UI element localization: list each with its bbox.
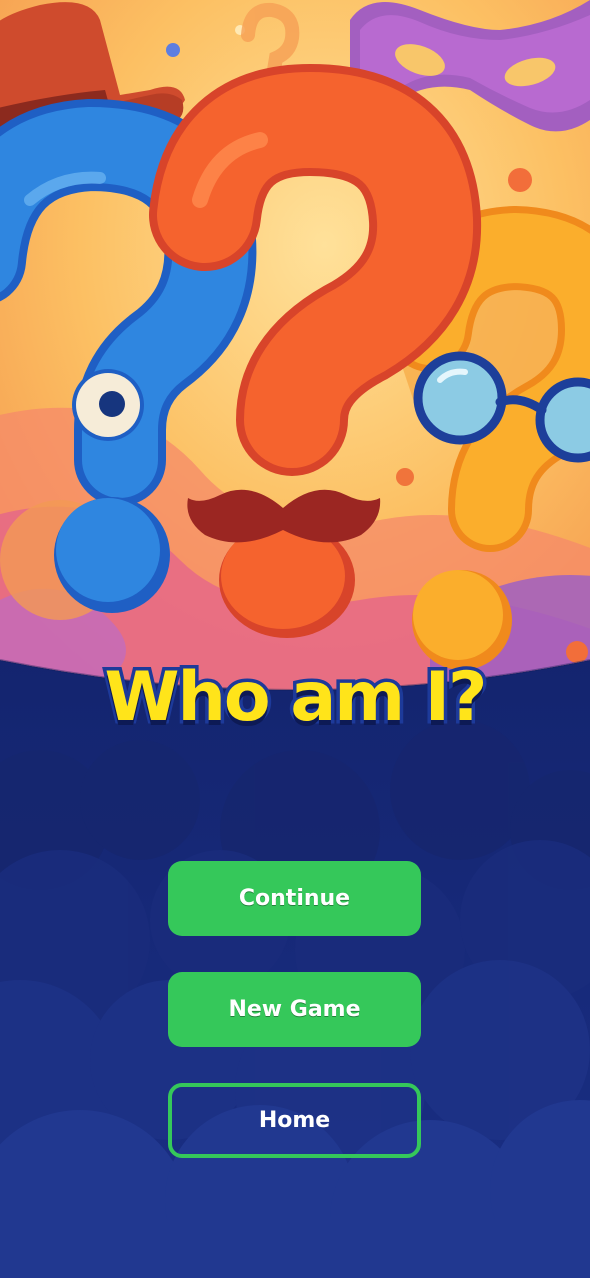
game-menu-screen: Who am I? Continue New Game Home — [0, 0, 590, 1278]
home-button[interactable]: Home — [168, 1083, 421, 1158]
hero-illustration — [0, 0, 590, 691]
new-game-button[interactable]: New Game — [168, 972, 421, 1047]
continue-button[interactable]: Continue — [168, 861, 421, 936]
new-game-button-label: New Game — [228, 997, 361, 1022]
home-button-label: Home — [258, 1108, 331, 1133]
eye-icon — [72, 369, 144, 441]
continue-button-label: Continue — [238, 886, 351, 911]
game-title: Who am I? — [101, 655, 491, 741]
